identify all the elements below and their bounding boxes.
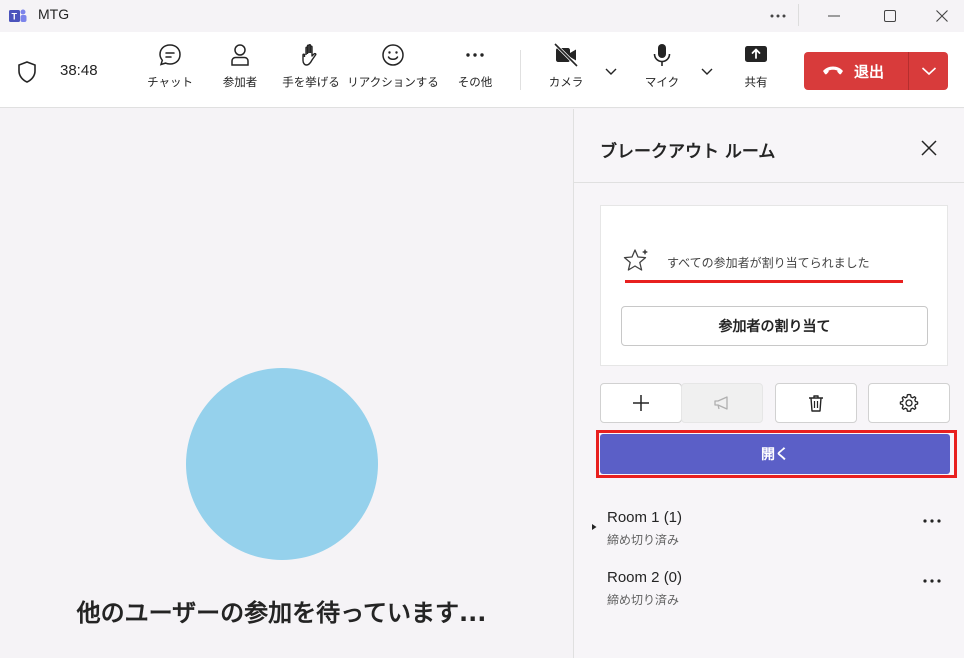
more-horizontal-icon	[466, 53, 484, 57]
room-name: Room 1 (1)	[607, 509, 683, 526]
gear-icon	[899, 393, 919, 412]
star-icon	[623, 249, 648, 271]
waiting-message: 他のユーザーの参加を待っています...	[76, 599, 487, 627]
announcement-button[interactable]	[681, 383, 763, 423]
trash-icon	[809, 395, 823, 412]
chat-button[interactable]: チャット	[147, 42, 193, 100]
hang-up-icon	[823, 66, 843, 75]
camera-off-icon	[553, 42, 579, 68]
leave-button[interactable]: 退出	[804, 52, 908, 90]
microphone-icon	[653, 44, 671, 66]
mic-label: マイク	[644, 75, 680, 89]
assignment-card: すべての参加者が割り当てられました 参加者の割り当て	[600, 205, 948, 366]
share-screen-icon	[745, 46, 767, 62]
meeting-timer: 38:48	[60, 62, 98, 79]
window-more-button[interactable]	[756, 0, 800, 32]
camera-button[interactable]: カメラ	[548, 42, 584, 100]
leave-button-group: 退出	[804, 52, 948, 90]
more-horizontal-icon	[770, 14, 786, 18]
panel-header: ブレークアウト ルーム	[574, 109, 964, 183]
share-label: 共有	[744, 75, 768, 89]
window-title: MTG	[38, 6, 70, 22]
more-horizontal-icon[interactable]	[920, 573, 944, 589]
close-icon[interactable]	[918, 137, 940, 159]
share-button[interactable]: 共有	[740, 42, 772, 100]
leave-options-button[interactable]	[909, 52, 948, 90]
room-name: Room 2 (0)	[607, 569, 683, 586]
chat-icon	[159, 44, 181, 66]
person-icon	[231, 44, 249, 66]
teams-logo-icon: T	[9, 9, 27, 22]
panel-title: ブレークアウト ルーム	[600, 142, 776, 162]
assigned-message: すべての参加者が割り当てられました	[667, 256, 870, 270]
more-button[interactable]: その他	[454, 42, 496, 100]
plus-icon	[633, 395, 649, 411]
title-bar: T MTG	[0, 0, 964, 32]
open-rooms-button[interactable]: 開く	[600, 434, 950, 474]
chevron-down-icon[interactable]	[604, 64, 618, 78]
room-item[interactable]: Room 1 (1) 締め切り済み	[574, 509, 964, 561]
meeting-toolbar: 38:48 チャット 参加者 手を挙げる リアクションする その他 カメラ マイ…	[0, 32, 964, 108]
highlight-underline	[625, 280, 903, 283]
chevron-down-icon	[921, 67, 936, 76]
assign-participants-button[interactable]: 参加者の割り当て	[621, 306, 928, 346]
camera-label: カメラ	[548, 75, 584, 89]
room-status: 締め切り済み	[607, 593, 680, 607]
meeting-stage: 他のユーザーの参加を待っています...	[0, 109, 573, 658]
svg-text:T: T	[12, 12, 18, 22]
hand-icon	[302, 44, 317, 66]
megaphone-icon	[714, 396, 728, 410]
room-settings-button[interactable]	[868, 383, 950, 423]
participants-label: 参加者	[222, 75, 258, 89]
delete-room-button[interactable]	[775, 383, 857, 423]
caret-right-icon[interactable]	[590, 523, 598, 531]
room-item[interactable]: Room 2 (0) 締め切り済み	[574, 569, 964, 621]
close-window-button[interactable]	[920, 0, 964, 32]
maximize-button[interactable]	[868, 0, 912, 32]
minimize-button[interactable]	[812, 0, 856, 32]
participants-button[interactable]: 参加者	[218, 42, 262, 100]
maximize-icon	[884, 10, 896, 22]
reaction-label: リアクションする	[347, 75, 439, 89]
shield-icon[interactable]	[16, 60, 38, 84]
breakout-rooms-panel: ブレークアウト ルーム すべての参加者が割り当てられました 参加者の割り当て 開…	[573, 109, 964, 658]
toolbar-divider	[520, 50, 521, 90]
avatar	[186, 368, 378, 560]
reaction-button[interactable]: リアクションする	[347, 42, 439, 100]
title-divider	[798, 4, 799, 26]
minimize-icon	[828, 15, 840, 17]
raise-hand-label: 手を挙げる	[282, 75, 340, 89]
smiley-icon	[382, 44, 404, 66]
room-status: 締め切り済み	[607, 533, 680, 547]
chevron-down-icon[interactable]	[700, 64, 714, 78]
close-icon	[936, 10, 948, 22]
raise-hand-button[interactable]: 手を挙げる	[280, 42, 342, 100]
chat-label: チャット	[147, 75, 193, 89]
leave-label: 退出	[854, 62, 885, 81]
add-room-button[interactable]	[600, 383, 682, 423]
mic-button[interactable]: マイク	[644, 42, 680, 100]
more-label: その他	[457, 75, 493, 89]
more-horizontal-icon[interactable]	[920, 513, 944, 529]
